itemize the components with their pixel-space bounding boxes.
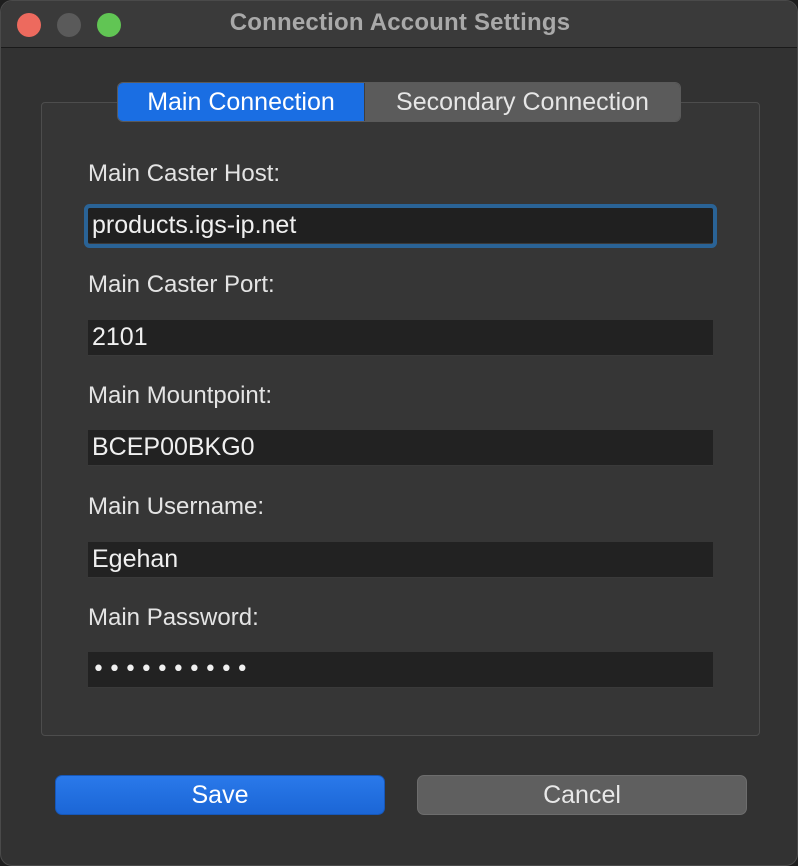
save-button[interactable]: Save [55, 775, 385, 815]
port-input[interactable] [88, 320, 713, 356]
window-title: Connection Account Settings [229, 9, 571, 36]
connection-settings-group [41, 102, 760, 736]
connection-tabs: Main Connection Secondary Connection [117, 82, 681, 122]
username-label: Main Username: [88, 493, 265, 520]
password-label: Main Password: [88, 604, 259, 631]
tab-secondary-connection[interactable]: Secondary Connection [364, 83, 680, 121]
password-input[interactable] [88, 652, 713, 688]
username-input[interactable] [88, 542, 713, 578]
settings-window: Connection Account Settings Main Connect… [0, 0, 798, 866]
mountpoint-input[interactable] [88, 430, 713, 466]
cancel-button[interactable]: Cancel [417, 775, 747, 815]
host-input[interactable] [88, 208, 713, 244]
tab-main-connection[interactable]: Main Connection [118, 83, 364, 121]
mountpoint-label: Main Mountpoint: [88, 382, 273, 409]
port-label: Main Caster Port: [88, 271, 275, 298]
host-label: Main Caster Host: [88, 160, 281, 187]
title-bar: Connection Account Settings [1, 1, 797, 48]
